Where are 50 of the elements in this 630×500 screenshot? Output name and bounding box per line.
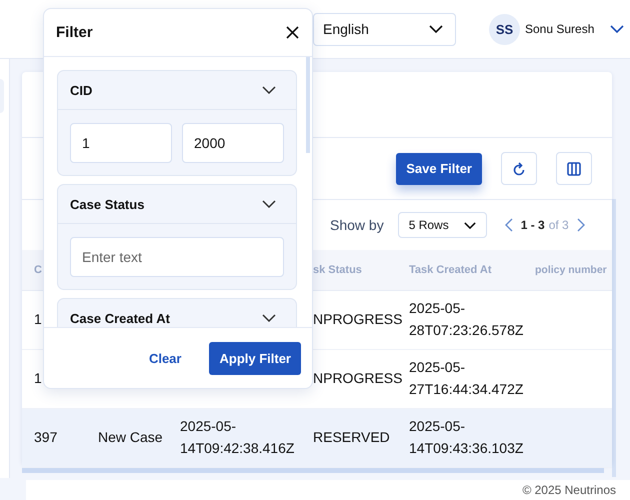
input-field[interactable]: Enter text (70, 237, 284, 277)
save-filter-button[interactable]: Save Filter (396, 152, 482, 184)
chevron-down-icon (464, 222, 476, 228)
table-cell: RESERVED (313, 429, 390, 446)
column-header: policy number (535, 264, 607, 276)
column-header: C (34, 264, 42, 276)
table-cell: 1 (34, 370, 42, 386)
input-field[interactable]: 1 (70, 123, 172, 163)
language-select[interactable]: English (313, 12, 456, 46)
column-header: Task Created At (409, 264, 492, 276)
table-cell: 2025-05- 27T16:44:34.472Z (409, 359, 524, 397)
next-page-icon[interactable] (576, 218, 585, 232)
input-field[interactable]: 2000 (182, 123, 284, 163)
table-cell: NPROGRESS (313, 311, 402, 328)
table-cell: 2025-05- 14T09:43:36.103Z (409, 418, 524, 456)
panel-scrollbar[interactable] (306, 57, 310, 153)
columns-button[interactable] (556, 152, 592, 185)
user-name: Sonu Suresh (525, 22, 594, 36)
selected-table-row[interactable]: 397 New Case 2025-05- 14T09:42:38.416Z RESERVED 2025-05- 14T09:43:36.103Z (22, 409, 612, 468)
vertical-scrollbar[interactable] (612, 199, 616, 477)
close-icon[interactable] (286, 26, 299, 39)
table-cell: 397 (34, 429, 58, 446)
chevron-down-icon (429, 25, 443, 33)
section-header[interactable]: CID (58, 71, 296, 110)
table-cell: NPROGRESS (313, 370, 402, 386)
table-cell: New Case (98, 429, 163, 446)
copyright-text: © 2025 Neutrinos (522, 483, 616, 499)
section-header[interactable]: Case Created At (58, 299, 296, 327)
page-total: of 3 (548, 218, 569, 232)
columns-icon (567, 162, 581, 176)
previous-page-icon[interactable] (504, 218, 513, 232)
table-cell: 2025-05- 14T09:42:38.416Z (180, 418, 294, 456)
horizontal-scrollbar[interactable] (22, 468, 604, 473)
chevron-down-icon[interactable] (610, 25, 624, 33)
rows-select[interactable]: 5 Rows (398, 212, 487, 238)
user-avatar[interactable]: SS (489, 14, 520, 44)
section-header[interactable]: Case Status (58, 185, 296, 224)
table-cell: 2025-05- 28T07:23:26.578Z (409, 300, 524, 338)
column-header: sk Status (313, 264, 362, 276)
clear-button[interactable]: Clear (148, 350, 182, 366)
chevron-icon (262, 200, 276, 208)
chevron-icon (262, 86, 276, 94)
panel-title: Filter (56, 24, 93, 41)
refresh-button[interactable] (501, 152, 537, 185)
page-range: 1 - 3 (520, 218, 545, 232)
chevron-icon (262, 314, 276, 322)
refresh-icon (512, 160, 526, 176)
apply-filter-button[interactable]: Apply Filter (209, 342, 301, 374)
show-by-label: Show by (330, 217, 384, 233)
table-cell: 1 (34, 311, 42, 328)
